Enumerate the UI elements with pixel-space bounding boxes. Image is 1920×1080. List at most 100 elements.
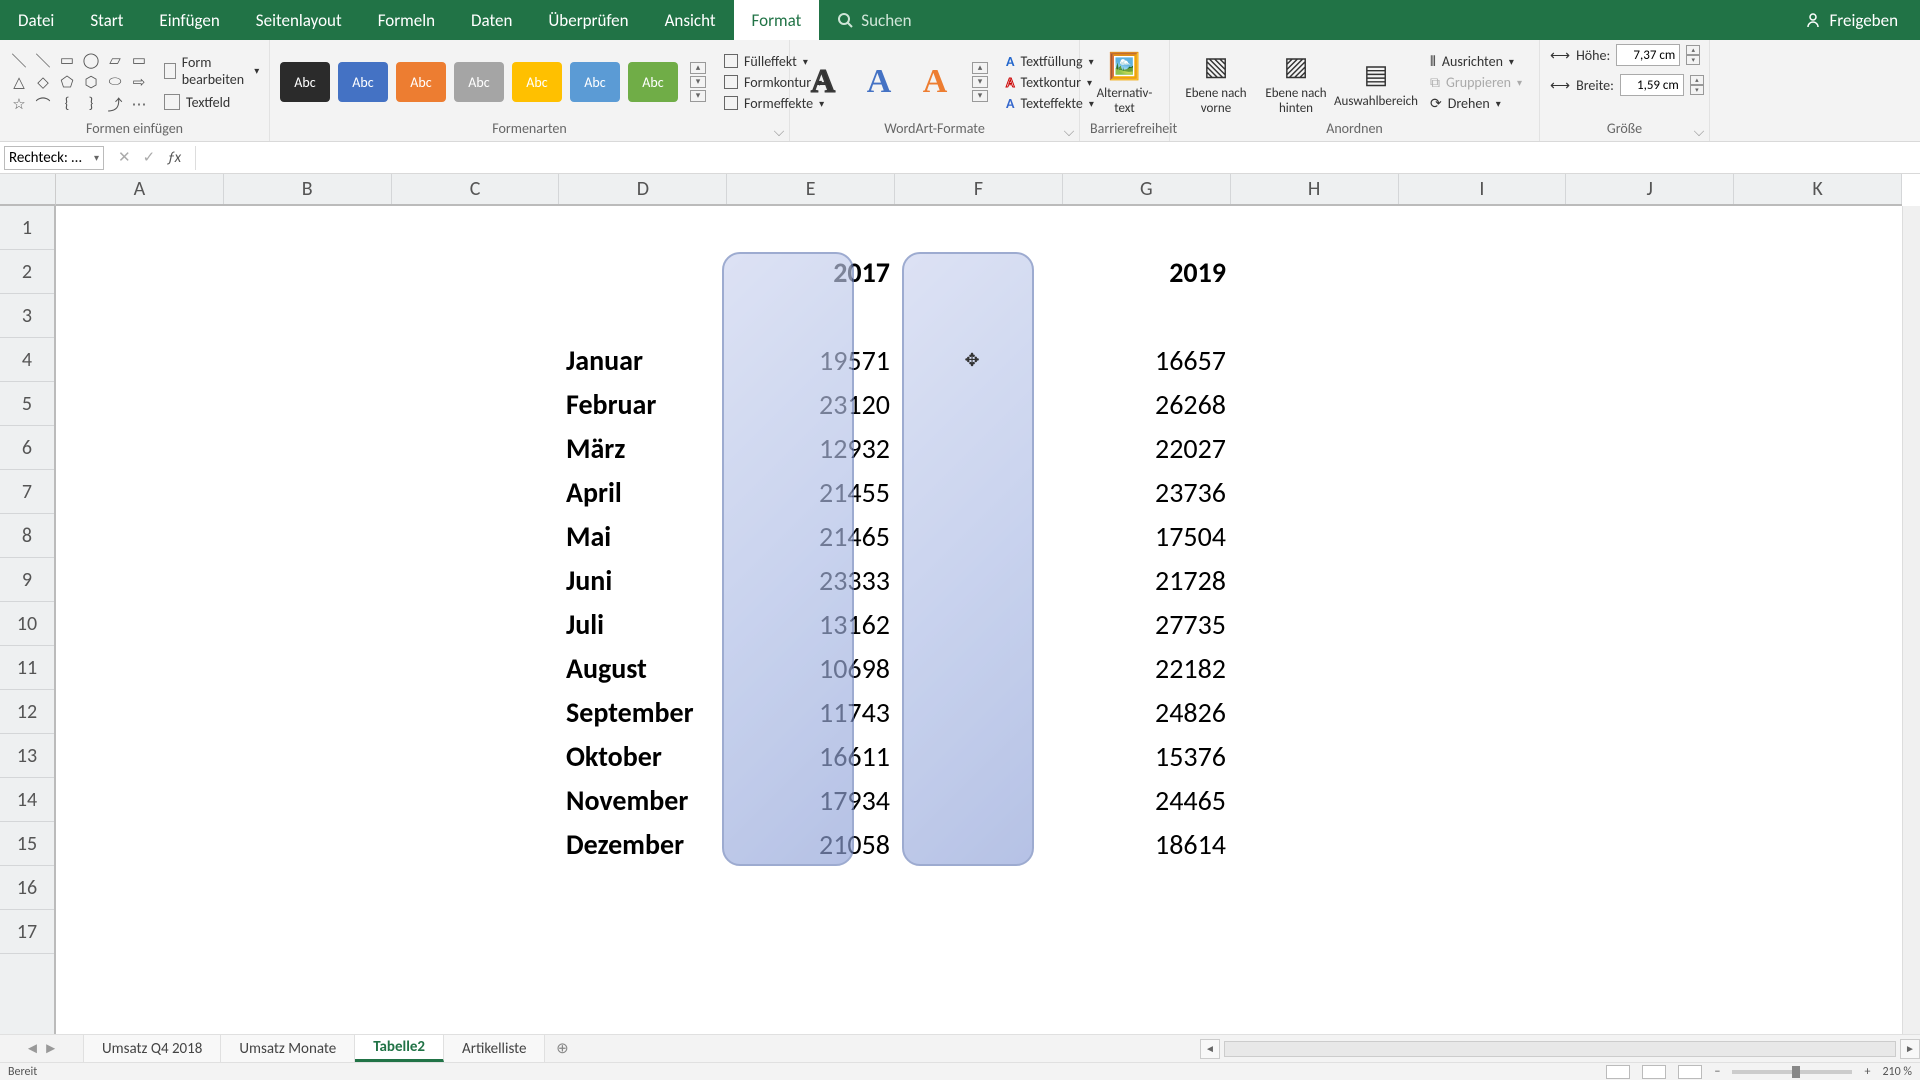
selection-pane-button[interactable]: ▤Auswahlbereich <box>1340 56 1412 109</box>
cell-D11[interactable]: August <box>560 646 728 690</box>
shape-gallery[interactable]: ＼＼▭◯▱▭ △◇⬠⬡⬭⇨ ☆⌒{}⤴⋯ <box>10 51 148 113</box>
cell-G15[interactable]: 18614 <box>1064 822 1232 866</box>
col-header-C[interactable]: C <box>392 174 560 204</box>
view-layout-button[interactable] <box>1642 1065 1666 1079</box>
rotate-button[interactable]: ⟳Drehen▾ <box>1430 95 1522 112</box>
cell-D15[interactable]: Dezember <box>560 822 728 866</box>
width-input[interactable] <box>1620 74 1684 96</box>
row-header-5[interactable]: 5 <box>0 382 54 426</box>
row-header-3[interactable]: 3 <box>0 294 54 338</box>
sheet-tab-3[interactable]: Artikelliste <box>444 1035 545 1062</box>
cell-D4[interactable]: Januar <box>560 338 728 382</box>
row-header-9[interactable]: 9 <box>0 558 54 602</box>
row-header-10[interactable]: 10 <box>0 602 54 646</box>
fx-icon[interactable]: ƒx <box>167 149 181 167</box>
cell-G11[interactable]: 22182 <box>1064 646 1232 690</box>
cell-D10[interactable]: Juli <box>560 602 728 646</box>
menu-daten[interactable]: Daten <box>453 0 530 40</box>
sheet-tab-2[interactable]: Tabelle2 <box>355 1035 444 1062</box>
menu-start[interactable]: Start <box>72 0 141 40</box>
row-header-15[interactable]: 15 <box>0 822 54 866</box>
style-swatch-orange[interactable] <box>396 62 446 102</box>
sheet-nav[interactable]: ◄ ► <box>0 1035 84 1062</box>
add-sheet-button[interactable]: ⊕ <box>545 1035 579 1062</box>
view-break-button[interactable] <box>1678 1065 1702 1079</box>
zoom-minus[interactable]: − <box>1714 1065 1720 1079</box>
cell-G4[interactable]: 16657 <box>1064 338 1232 382</box>
cell-G2[interactable]: 2019 <box>1064 250 1232 294</box>
row-header-8[interactable]: 8 <box>0 514 54 558</box>
cells-area[interactable]: 20172019Januar1957116657Februar231202626… <box>56 206 1902 1042</box>
confirm-edit-icon[interactable]: ✓ <box>143 148 156 167</box>
width-stepper[interactable]: ▴▾ <box>1690 75 1704 95</box>
cell-D12[interactable]: September <box>560 690 728 734</box>
style-swatch-black[interactable] <box>280 62 330 102</box>
style-gallery-scroll[interactable]: ▴▾▾ <box>690 62 706 102</box>
menu-ansicht[interactable]: Ansicht <box>647 0 734 40</box>
cell-G10[interactable]: 27735 <box>1064 602 1232 646</box>
row-header-16[interactable]: 16 <box>0 866 54 910</box>
row-header-6[interactable]: 6 <box>0 426 54 470</box>
row-header-1[interactable]: 1 <box>0 206 54 250</box>
wordart-style-1[interactable]: A <box>800 59 846 105</box>
style-swatch-lblue[interactable] <box>570 62 620 102</box>
cell-D14[interactable]: November <box>560 778 728 822</box>
shape-rect-2017[interactable] <box>722 252 854 866</box>
cell-G9[interactable]: 21728 <box>1064 558 1232 602</box>
wordart-gallery-scroll[interactable]: ▴▾▾ <box>972 62 988 102</box>
cell-G8[interactable]: 17504 <box>1064 514 1232 558</box>
col-header-A[interactable]: A <box>56 174 224 204</box>
name-box[interactable]: Rechteck: … ▾ <box>4 146 104 170</box>
col-header-D[interactable]: D <box>559 174 727 204</box>
name-box-dropdown-icon[interactable]: ▾ <box>94 151 99 164</box>
shape-rect-selected[interactable] <box>902 252 1034 866</box>
wordart-style-2[interactable]: A <box>856 59 902 105</box>
cell-G14[interactable]: 24465 <box>1064 778 1232 822</box>
col-header-B[interactable]: B <box>224 174 392 204</box>
zoom-slider[interactable] <box>1732 1070 1852 1074</box>
menu-seitenlayout[interactable]: Seitenlayout <box>238 0 360 40</box>
send-backward-button[interactable]: ▨Ebene nach hinten <box>1260 48 1332 116</box>
alt-text-button[interactable]: 🖼️ Alternativ­text <box>1090 48 1159 116</box>
row-header-17[interactable]: 17 <box>0 910 54 954</box>
sheet-tab-1[interactable]: Umsatz Monate <box>221 1035 355 1062</box>
bring-forward-button[interactable]: ▧Ebene nach vorne <box>1180 48 1252 116</box>
cell-D6[interactable]: März <box>560 426 728 470</box>
style-swatch-yellow[interactable] <box>512 62 562 102</box>
col-header-G[interactable]: G <box>1063 174 1231 204</box>
row-header-7[interactable]: 7 <box>0 470 54 514</box>
cell-G13[interactable]: 15376 <box>1064 734 1232 778</box>
shape-style-gallery[interactable]: ▴▾▾ <box>280 62 706 102</box>
zoom-plus[interactable]: + <box>1864 1065 1870 1079</box>
text-box-button[interactable]: Textfeld <box>164 94 259 111</box>
view-normal-button[interactable] <box>1606 1065 1630 1079</box>
row-header-12[interactable]: 12 <box>0 690 54 734</box>
row-header-14[interactable]: 14 <box>0 778 54 822</box>
edit-shape-button[interactable]: Form bearbeiten▾ <box>164 54 259 88</box>
cell-G12[interactable]: 24826 <box>1064 690 1232 734</box>
cell-D13[interactable]: Oktober <box>560 734 728 778</box>
group-button[interactable]: ⧉Gruppieren▾ <box>1430 74 1522 91</box>
menu-einfuegen[interactable]: Einfügen <box>141 0 237 40</box>
col-header-H[interactable]: H <box>1231 174 1399 204</box>
menu-ueberpruefen[interactable]: Überprüfen <box>530 0 646 40</box>
col-header-K[interactable]: K <box>1734 174 1902 204</box>
cell-G5[interactable]: 26268 <box>1064 382 1232 426</box>
menu-format[interactable]: Format <box>734 0 820 40</box>
sheet-tab-0[interactable]: Umsatz Q4 2018 <box>84 1035 221 1062</box>
wordart-gallery[interactable]: A A A ▴▾▾ <box>800 59 988 105</box>
row-header-4[interactable]: 4 <box>0 338 54 382</box>
height-stepper[interactable]: ▴▾ <box>1686 45 1700 65</box>
col-header-E[interactable]: E <box>727 174 895 204</box>
style-swatch-gray[interactable] <box>454 62 504 102</box>
align-button[interactable]: ⫴Ausrichten▾ <box>1430 53 1522 70</box>
col-header-F[interactable]: F <box>895 174 1063 204</box>
row-headers[interactable]: 1234567891011121314151617 <box>0 206 56 1042</box>
style-swatch-blue[interactable] <box>338 62 388 102</box>
horizontal-scrollbar[interactable]: ◄► <box>1200 1035 1920 1062</box>
column-headers[interactable]: ABCDEFGHIJK <box>56 174 1902 206</box>
cell-D9[interactable]: Juni <box>560 558 728 602</box>
search-box[interactable]: Suchen <box>819 0 929 40</box>
menu-datei[interactable]: Datei <box>0 0 72 40</box>
select-all-corner[interactable] <box>0 174 56 206</box>
